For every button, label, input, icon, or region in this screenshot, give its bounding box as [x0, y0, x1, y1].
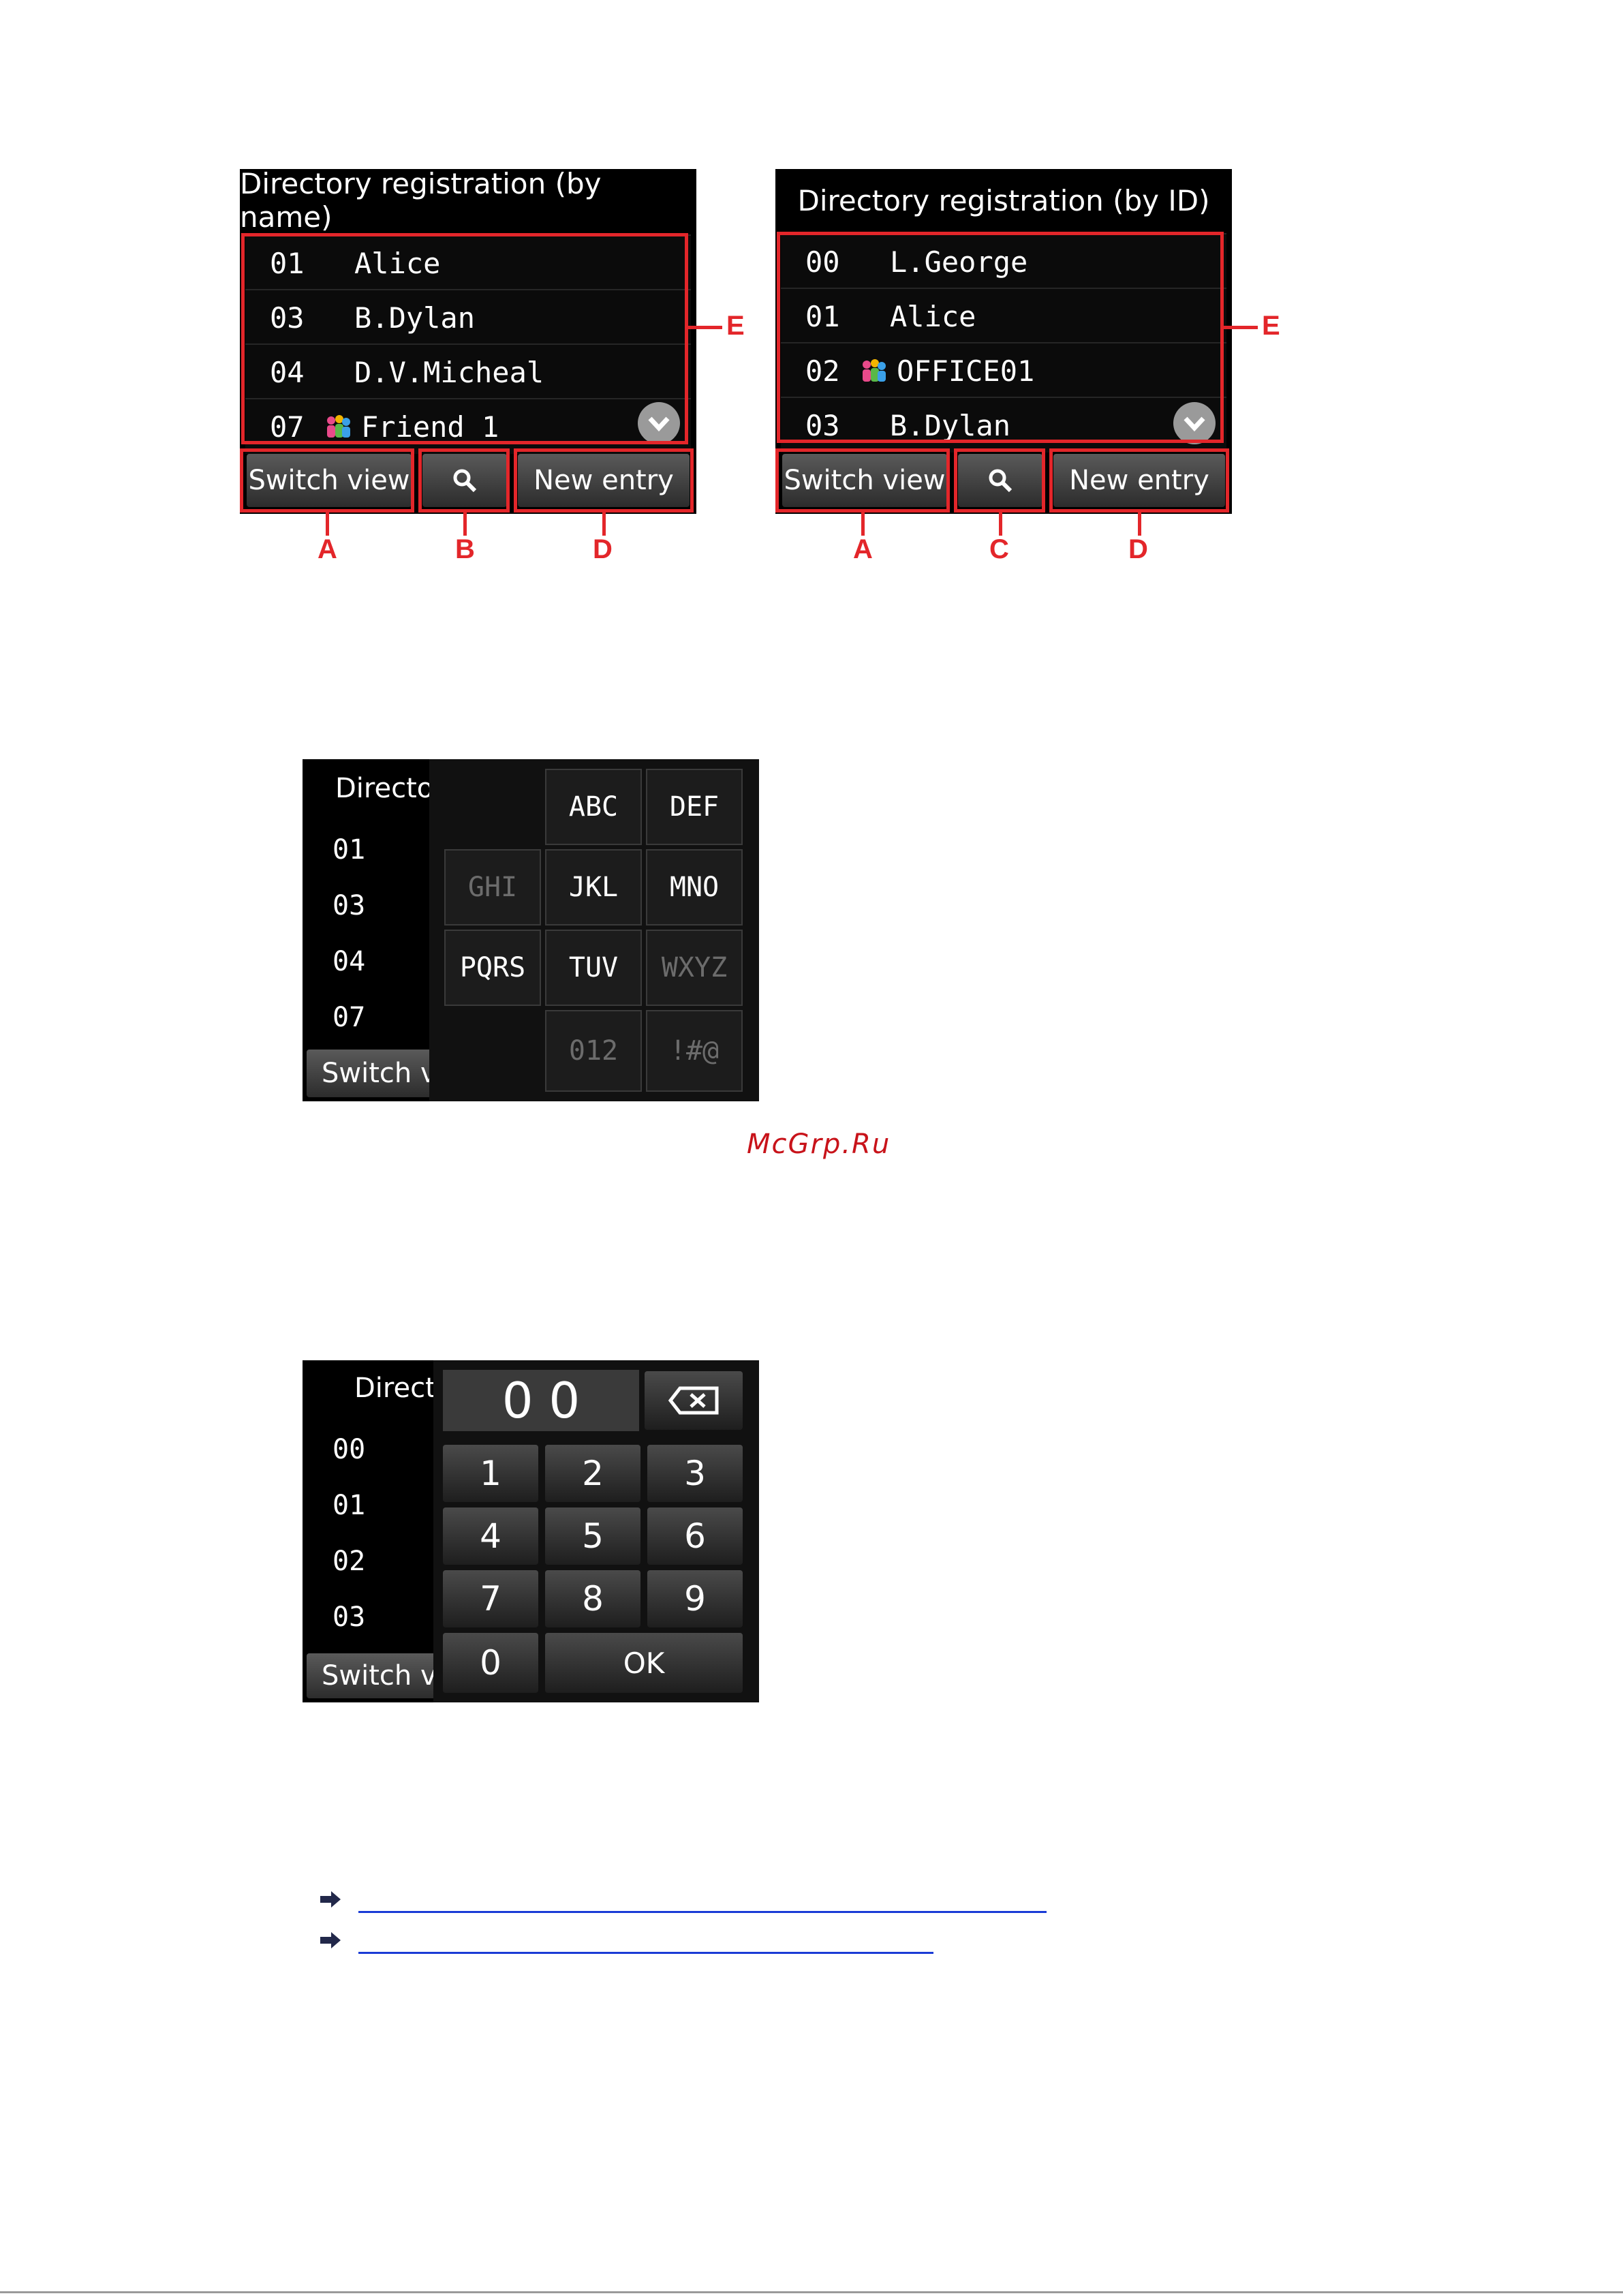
number-panel: 0 0 1 2 3 4 5 6 7 8 9 0 OK [433, 1360, 759, 1702]
callout-e: E [726, 311, 745, 341]
switch-highlight [775, 448, 950, 512]
list-item-id: 02 [333, 1546, 366, 1577]
list-item-id: 03 [333, 1602, 366, 1633]
letter-keypad-screen: Director 01 03 04 07 Switch vi ABC DEF G… [303, 759, 759, 1101]
list-item-id: 03 [333, 890, 366, 921]
new-highlight [514, 448, 694, 512]
list-highlight [241, 233, 688, 444]
digit-1-button[interactable]: 1 [443, 1445, 538, 1502]
page-title: Direct [354, 1373, 436, 1404]
page-title: Directory registration (by name) [240, 169, 696, 234]
key-symbols[interactable]: !#@ [646, 1010, 743, 1092]
search-highlight [954, 448, 1045, 512]
list-item-id: 07 [333, 1002, 366, 1033]
digit-5-button[interactable]: 5 [545, 1507, 640, 1565]
list-item-id: 01 [333, 834, 366, 866]
link-underline[interactable] [358, 1911, 1047, 1913]
key-wxyz[interactable]: WXYZ [646, 930, 743, 1006]
digit-8-button[interactable]: 8 [545, 1570, 640, 1627]
ok-button[interactable]: OK [545, 1633, 743, 1693]
key-mno[interactable]: MNO [646, 849, 743, 925]
backspace-button[interactable] [645, 1371, 743, 1430]
keypad-panel: ABC DEF GHI JKL MNO PQRS TUV WXYZ 012 !#… [429, 759, 759, 1101]
backspace-icon [668, 1386, 719, 1415]
arrow-right-icon [320, 1931, 341, 1948]
search-highlight [418, 448, 510, 512]
list-item-id: 04 [333, 946, 366, 977]
digit-7-button[interactable]: 7 [443, 1570, 538, 1627]
callout-d: D [593, 534, 613, 564]
key-pqrs[interactable]: PQRS [444, 930, 541, 1006]
digit-9-button[interactable]: 9 [647, 1570, 743, 1627]
digit-2-button[interactable]: 2 [545, 1445, 640, 1502]
list-item-id: 00 [333, 1434, 366, 1465]
key-jkl[interactable]: JKL [545, 849, 642, 925]
digit-0-button[interactable]: 0 [443, 1633, 538, 1693]
digit-3-button[interactable]: 3 [647, 1445, 743, 1502]
key-tuv[interactable]: TUV [545, 930, 642, 1006]
number-display: 0 0 [443, 1370, 639, 1431]
callout-c: C [989, 534, 1009, 564]
callout-b: B [455, 534, 475, 564]
link-row[interactable] [320, 1885, 1047, 1913]
digit-4-button[interactable]: 4 [443, 1507, 538, 1565]
numeric-keypad-screen: Direct 00 01 02 03 Switch vi 0 0 1 2 3 4… [303, 1360, 759, 1702]
key-012[interactable]: 012 [545, 1010, 642, 1092]
digit-6-button[interactable]: 6 [647, 1507, 743, 1565]
switch-highlight [240, 448, 414, 512]
watermark: McGrp.Ru [747, 1129, 891, 1160]
arrow-right-icon [320, 1891, 341, 1908]
page-title: Directory registration (by ID) [775, 169, 1232, 232]
callout-d: D [1128, 534, 1148, 564]
new-highlight [1049, 448, 1229, 512]
list-highlight [777, 232, 1224, 443]
key-ghi[interactable]: GHI [444, 849, 541, 925]
key-abc[interactable]: ABC [545, 769, 642, 845]
callout-a: A [853, 534, 873, 564]
footer-rule [0, 2291, 1623, 2293]
link-row[interactable] [320, 1926, 933, 1954]
key-def[interactable]: DEF [646, 769, 743, 845]
page-title: Director [335, 773, 445, 804]
list-item-id: 01 [333, 1490, 366, 1521]
callout-e: E [1262, 311, 1280, 341]
link-underline[interactable] [358, 1952, 933, 1954]
callout-a: A [318, 534, 337, 564]
